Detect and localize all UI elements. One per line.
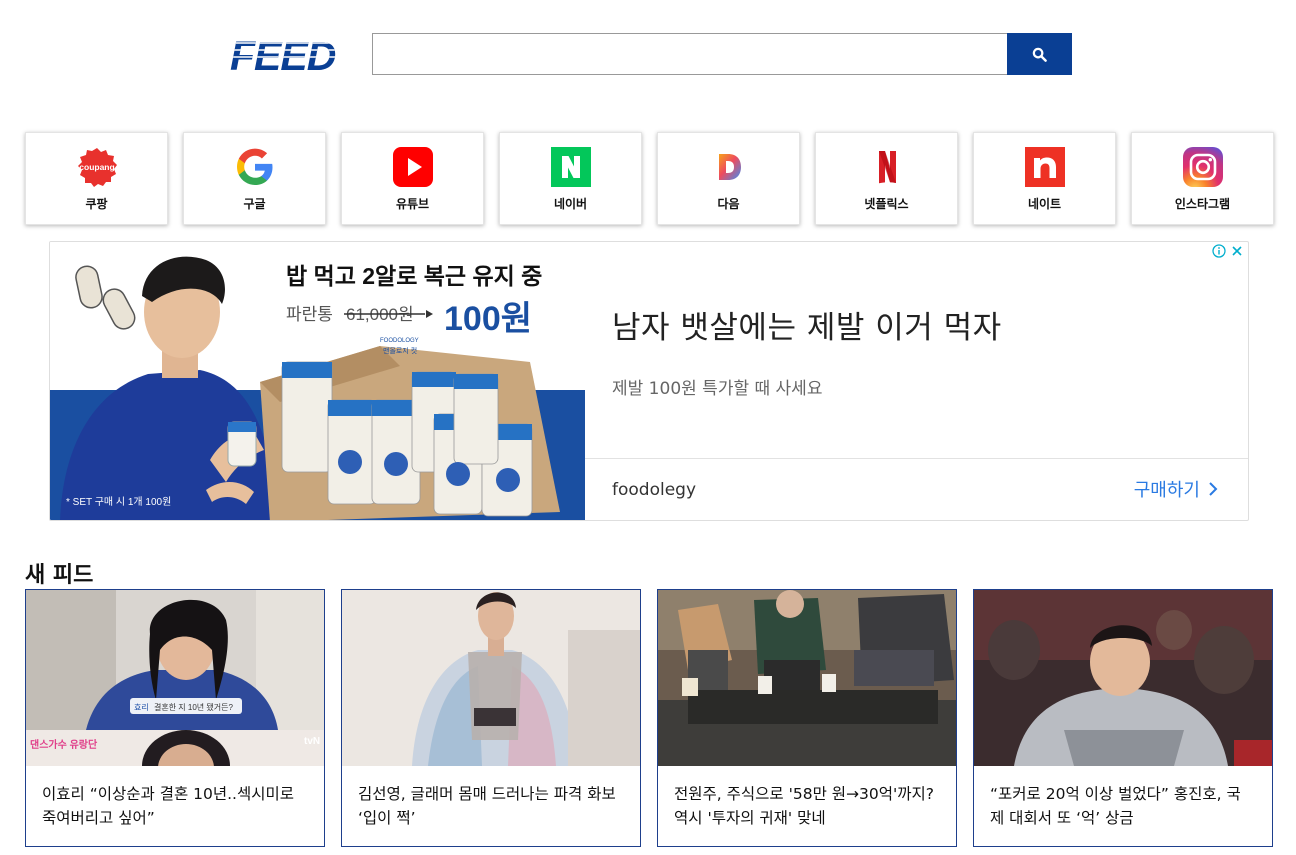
ad-advertiser[interactable]: foodolegy: [612, 480, 696, 500]
youtube-icon: [393, 147, 433, 187]
feed-card-title[interactable]: 이효리 “이상순과 결혼 10년..섹시미로 죽여버리고 싶어”: [42, 782, 306, 830]
quick-link-label: 네이버: [553, 197, 588, 211]
box-product-label: 맨올로지 컷: [383, 346, 417, 355]
ad-cta-button[interactable]: 구매하기: [1134, 476, 1218, 502]
quick-link-label: 넷플릭스: [864, 197, 909, 211]
feed-logo[interactable]: FEED FEED: [228, 30, 340, 79]
quick-link-label: 다음: [717, 197, 740, 211]
ad-image-footnote: * SET 구매 시 1개 100원: [66, 496, 171, 508]
quick-link-label: 구글: [243, 197, 266, 211]
google-icon: [237, 148, 273, 185]
quick-link-nate[interactable]: 네이트: [973, 132, 1116, 225]
ad-choices[interactable]: [1212, 244, 1244, 258]
daum-icon: [719, 154, 741, 180]
ad-banner[interactable]: FOODOLOGY 맨올로지 컷 밥 먹고 2알로 복근 유지 중 파란통 61…: [49, 241, 1249, 521]
nate-icon: [1025, 147, 1065, 187]
chevron-right-icon: [1209, 482, 1218, 496]
instagram-icon: [1183, 147, 1223, 187]
svg-text:coupang: coupang: [79, 162, 114, 172]
close-icon[interactable]: [1230, 244, 1244, 258]
ad-image-headline: 밥 먹고 2알로 복근 유지 중: [286, 263, 542, 289]
quick-link-daum[interactable]: 다음: [657, 132, 800, 225]
feed-card-thumbnail[interactable]: [658, 590, 956, 766]
quick-link-label: 유튜브: [395, 197, 430, 211]
quick-link-youtube[interactable]: 유튜브: [341, 132, 484, 225]
quick-link-label: 쿠팡: [85, 197, 108, 211]
channel-logo: tvN: [304, 736, 320, 747]
show-logo: 댄스가수 유랑단: [30, 738, 98, 751]
logo-text: FEED: [230, 33, 336, 74]
info-icon[interactable]: [1212, 244, 1226, 258]
quick-link-label: 네이트: [1027, 197, 1062, 211]
feed-section-title: 새 피드: [25, 563, 94, 588]
quick-link-naver[interactable]: 네이버: [499, 132, 642, 225]
ad-image[interactable]: FOODOLOGY 맨올로지 컷 밥 먹고 2알로 복근 유지 중 파란통 61…: [50, 242, 585, 520]
quick-link-label: 인스타그램: [1174, 197, 1231, 211]
feed-card[interactable]: 김선영, 글래머 몸매 드러나는 파격 화보 ‘입이 쩍’: [341, 589, 641, 847]
feed-card-thumbnail[interactable]: [974, 590, 1272, 766]
box-brand: FOODOLOGY: [380, 338, 419, 344]
feed-card[interactable]: 전원주, 주식으로 '58만 원→30억'까지? 역시 '투자의 귀재' 맞네: [657, 589, 957, 847]
video-name-tag: 효리: [134, 703, 149, 712]
feed-card-title[interactable]: 김선영, 글래머 몸매 드러나는 파격 화보 ‘입이 쩍’: [358, 782, 622, 830]
product-box: FOODOLOGY 맨올로지 컷: [260, 338, 560, 520]
naver-icon: [551, 147, 591, 187]
ad-headline[interactable]: 남자 뱃살에는 제발 이거 먹자: [612, 302, 1002, 347]
quick-link-coupang[interactable]: coupang 쿠팡: [25, 132, 168, 225]
quick-link-netflix[interactable]: 넷플릭스: [815, 132, 958, 225]
video-subtitle: 결혼한 지 10년 됐거든?: [154, 702, 233, 712]
search-icon: [1032, 47, 1047, 62]
search-input[interactable]: [372, 33, 1008, 75]
ad-image-new-price: 100원: [444, 300, 532, 338]
feed-card-thumbnail[interactable]: [342, 590, 640, 766]
feed-card[interactable]: 효리 결혼한 지 10년 됐거든? 댄스가수 유랑단 tvN 이효리 “이상순과…: [25, 589, 325, 847]
feed-card-thumbnail[interactable]: 효리 결혼한 지 10년 됐거든? 댄스가수 유랑단 tvN: [26, 590, 324, 766]
search-button[interactable]: [1007, 33, 1072, 75]
quick-link-instagram[interactable]: 인스타그램: [1131, 132, 1274, 225]
coupang-icon: coupang: [78, 148, 117, 187]
feed-card-title[interactable]: 전원주, 주식으로 '58만 원→30억'까지? 역시 '투자의 귀재' 맞네: [674, 782, 938, 830]
ad-divider: [585, 458, 1248, 459]
ad-description: 제발 100원 특가할 때 사세요: [612, 379, 823, 399]
ad-cta-label: 구매하기: [1133, 480, 1200, 501]
quick-link-google[interactable]: 구글: [183, 132, 326, 225]
feed-card-title[interactable]: “포커로 20억 이상 벌었다” 홍진호, 국제 대회서 또 ‘억’ 상금: [990, 782, 1254, 830]
feed-card[interactable]: “포커로 20억 이상 벌었다” 홍진호, 국제 대회서 또 ‘억’ 상금: [973, 589, 1273, 847]
netflix-icon: [879, 151, 896, 184]
search-field[interactable]: [373, 34, 1007, 74]
ad-image-strike-label: 파란통: [286, 305, 333, 324]
